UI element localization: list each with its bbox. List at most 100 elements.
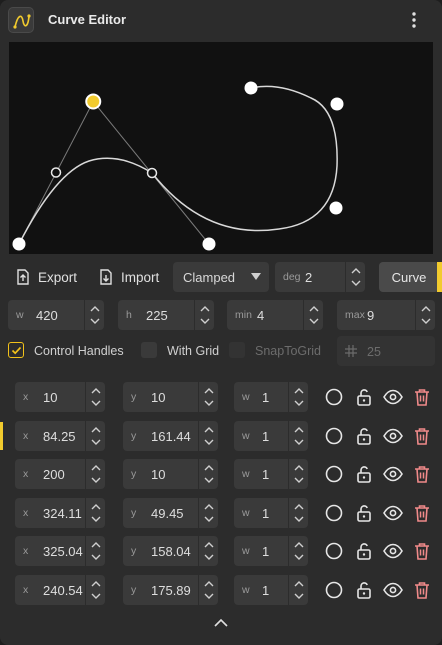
chevron-up-icon[interactable] (294, 387, 304, 394)
height-field[interactable]: h 225 (118, 300, 214, 330)
chevron-down-icon[interactable] (91, 439, 101, 446)
stepper[interactable] (288, 575, 308, 605)
chevron-up-icon[interactable] (91, 580, 101, 587)
point-x-field[interactable]: x 10 (15, 382, 105, 412)
point-w-field[interactable]: w1 (234, 382, 308, 412)
stepper[interactable] (198, 459, 218, 489)
chevron-down-icon[interactable] (91, 400, 101, 407)
stepper[interactable] (198, 382, 218, 412)
point-w-field[interactable]: w1 (234, 459, 308, 489)
chevron-up-icon[interactable] (421, 305, 431, 312)
chevron-down-icon[interactable] (294, 400, 304, 407)
stepper[interactable] (345, 262, 365, 292)
curve-button[interactable]: Curve (379, 262, 439, 292)
stepper[interactable] (288, 536, 308, 566)
control-point-active[interactable] (85, 93, 102, 110)
eye-icon[interactable] (382, 386, 404, 408)
degree-field[interactable]: deg 2 (275, 262, 365, 292)
control-handles-checkbox[interactable] (8, 342, 24, 358)
chevron-up-icon[interactable] (294, 503, 304, 510)
min-field[interactable]: min 4 (227, 300, 323, 330)
unlock-icon[interactable] (353, 463, 375, 485)
stepper[interactable] (84, 300, 104, 330)
unlock-icon[interactable] (353, 386, 375, 408)
point-y-field[interactable]: y 161.44 (123, 421, 218, 451)
with-grid-label[interactable]: With Grid (167, 344, 219, 358)
chevron-up-icon[interactable] (90, 305, 100, 312)
handle-midpoint[interactable] (50, 167, 62, 178)
chevron-down-icon[interactable] (309, 318, 319, 325)
chevron-down-icon[interactable] (91, 554, 101, 561)
point-y-field[interactable]: y 10 (123, 382, 218, 412)
trash-icon[interactable] (411, 540, 433, 562)
chevron-down-icon[interactable] (204, 439, 214, 446)
point-x-field[interactable]: x 200 (15, 459, 105, 489)
stepper[interactable] (85, 459, 105, 489)
point-w-field[interactable]: w1 (234, 575, 308, 605)
chevron-down-icon[interactable] (204, 516, 214, 523)
chevron-up-icon[interactable] (204, 580, 214, 587)
stepper[interactable] (288, 421, 308, 451)
stepper[interactable] (194, 300, 214, 330)
chevron-down-icon[interactable] (294, 477, 304, 484)
point-x-field[interactable]: x 84.25 (15, 421, 105, 451)
chevron-up-icon[interactable] (204, 503, 214, 510)
circle-icon[interactable] (323, 463, 345, 485)
eye-icon[interactable] (382, 502, 404, 524)
control-point[interactable] (244, 81, 258, 95)
control-handles-label[interactable]: Control Handles (34, 344, 124, 358)
control-point[interactable] (12, 237, 26, 251)
curve-canvas[interactable] (9, 42, 433, 254)
chevron-down-icon[interactable] (294, 593, 304, 600)
circle-icon[interactable] (323, 425, 345, 447)
chevron-up-icon[interactable] (91, 541, 101, 548)
chevron-down-icon[interactable] (351, 280, 361, 287)
interpolation-select[interactable]: Clamped (173, 262, 269, 292)
handle-midpoint[interactable] (146, 167, 158, 179)
chevron-down-icon[interactable] (204, 593, 214, 600)
control-point[interactable] (202, 237, 216, 251)
circle-icon[interactable] (323, 540, 345, 562)
trash-icon[interactable] (411, 386, 433, 408)
chevron-up-icon[interactable] (294, 464, 304, 471)
collapse-chevron-icon[interactable] (212, 616, 230, 630)
chevron-up-icon[interactable] (204, 426, 214, 433)
chevron-down-icon[interactable] (204, 477, 214, 484)
eye-icon[interactable] (382, 425, 404, 447)
chevron-down-icon[interactable] (294, 439, 304, 446)
chevron-down-icon[interactable] (421, 318, 431, 325)
width-field[interactable]: w 420 (8, 300, 104, 330)
stepper[interactable] (198, 575, 218, 605)
unlock-icon[interactable] (353, 540, 375, 562)
stepper[interactable] (85, 498, 105, 528)
circle-icon[interactable] (323, 502, 345, 524)
chevron-down-icon[interactable] (204, 554, 214, 561)
stepper[interactable] (198, 421, 218, 451)
stepper[interactable] (288, 459, 308, 489)
chevron-up-icon[interactable] (204, 541, 214, 548)
trash-icon[interactable] (411, 502, 433, 524)
point-w-field[interactable]: w1 (234, 498, 308, 528)
export-button[interactable]: Export (16, 262, 77, 292)
chevron-up-icon[interactable] (294, 541, 304, 548)
point-x-field[interactable]: x 325.04 (15, 536, 105, 566)
chevron-up-icon[interactable] (200, 305, 210, 312)
point-y-field[interactable]: y 10 (123, 459, 218, 489)
chevron-up-icon[interactable] (309, 305, 319, 312)
point-y-field[interactable]: y 158.04 (123, 536, 218, 566)
chevron-down-icon[interactable] (91, 593, 101, 600)
point-w-field[interactable]: w1 (234, 536, 308, 566)
point-w-field[interactable]: w1 (234, 421, 308, 451)
point-x-field[interactable]: x 240.54 (15, 575, 105, 605)
chevron-up-icon[interactable] (204, 464, 214, 471)
unlock-icon[interactable] (353, 425, 375, 447)
stepper[interactable] (198, 536, 218, 566)
chevron-down-icon[interactable] (91, 477, 101, 484)
control-point[interactable] (330, 97, 344, 111)
control-point[interactable] (329, 201, 343, 215)
chevron-up-icon[interactable] (294, 426, 304, 433)
unlock-icon[interactable] (353, 502, 375, 524)
stepper[interactable] (415, 300, 435, 330)
point-y-field[interactable]: y 49.45 (123, 498, 218, 528)
kebab-menu-icon[interactable] (406, 9, 422, 31)
